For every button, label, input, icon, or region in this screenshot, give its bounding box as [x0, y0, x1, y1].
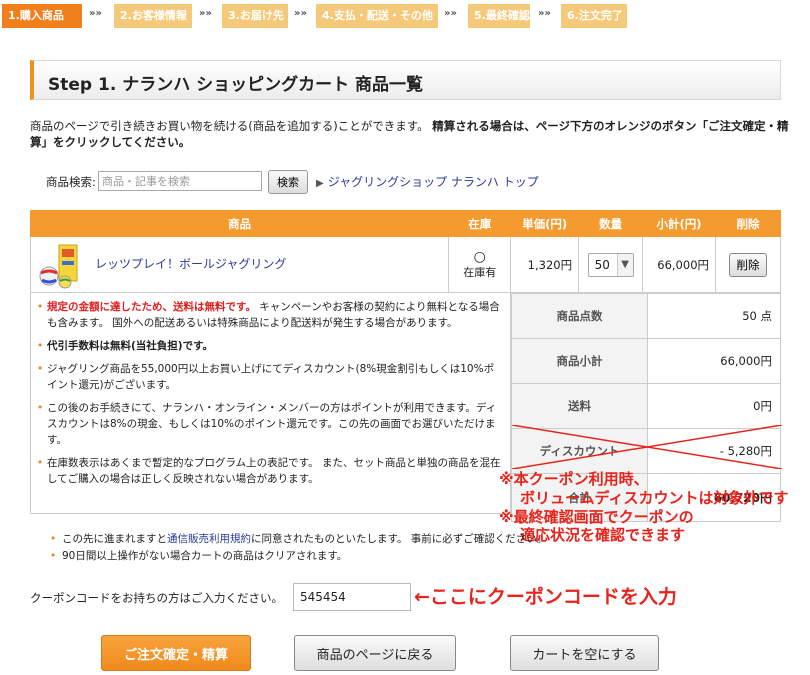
search-button[interactable]: 検索 — [268, 170, 308, 194]
step-6: 6.注文完了 — [561, 4, 627, 28]
step-separator: »» — [199, 8, 212, 19]
summary-count-label: 商品点数 — [511, 293, 648, 339]
summary-row: 商品小計 66,000円 — [511, 338, 781, 384]
coupon-annotation-line1: ※本クーポン利用時、 — [499, 470, 649, 488]
coupon-input[interactable] — [293, 583, 411, 611]
terms-post: に同意されたものといたします。 事前に必ずご確認ください。 — [251, 533, 548, 545]
header-delete: 削除 — [715, 210, 781, 237]
step-3: 3.お届け先 — [222, 4, 288, 28]
quantity-value: 50 — [594, 257, 610, 272]
quantity-select[interactable]: 50 ▼ — [587, 252, 634, 277]
checkout-steps: 1.購入商品 »» 2.お客様情報 »» 3.お届け先 »» 4.支払・配送・そ… — [0, 4, 810, 28]
checkout-button[interactable]: ご注文確定・精算 — [101, 635, 251, 671]
coupon-hint-annotation: ←ここにクーポンコードを入力 — [414, 586, 677, 608]
quantity-cell: 50 ▼ — [578, 236, 644, 293]
table-row: レッツプレイ！ボールジャグリング ○ 在庫有 1,320円 50 ▼ 66,00… — [29, 236, 781, 293]
step-separator: »» — [538, 8, 551, 19]
product-cell: レッツプレイ！ボールジャグリング — [29, 236, 450, 293]
summary-row: 商品点数 50 点 — [511, 293, 781, 339]
header-unit-price: 単価(円) — [510, 210, 580, 237]
summary-subtotal-value: 66,000円 — [647, 338, 781, 384]
terms-list: この先に進まれますと通信販売利用規約に同意されたものといたします。 事前に必ずご… — [50, 531, 547, 565]
note-cod: 代引手数料は無料(当社負担)です。 — [37, 338, 504, 354]
delete-cell: 削除 — [715, 236, 781, 293]
terms-expiry: 90日間以上操作がない場合カートの商品はクリアされます。 — [50, 548, 547, 565]
coupon-annotation-line3: ※最終確認画面でクーポンの — [499, 508, 694, 526]
product-name-link[interactable]: レッツプレイ！ボールジャグリング — [95, 255, 286, 272]
shop-top-link[interactable]: ▶ ジャグリングショップ ナランハ トップ — [316, 173, 539, 190]
chevron-down-icon: ▼ — [616, 253, 633, 276]
coupon-label: クーポンコードをお持ちの方はご入力ください。 — [30, 591, 283, 605]
search-label: 商品検索: — [46, 175, 96, 189]
terms-pre: この先に進まれますと — [62, 533, 167, 545]
page-title: Step 1. ナランハ ショッピングカート 商品一覧 — [48, 75, 424, 95]
summary-shipping-value: 0円 — [647, 383, 781, 429]
terms-link[interactable]: 通信販売利用規約 — [167, 533, 251, 545]
item-subtotal: 66,000円 — [642, 236, 717, 293]
stock-text: 在庫有 — [463, 265, 497, 279]
note-stock: 在庫数表示はあくまで暫定的なプログラム上の表記です。 また、セット商品と単独の商… — [37, 455, 504, 487]
terms-agreement: この先に進まれますと通信販売利用規約に同意されたものといたします。 事前に必ずご… — [50, 531, 547, 548]
cart-header-row: 商品 在庫 単価(円) 数量 小計(円) 削除 — [29, 210, 781, 237]
header-product: 商品 — [29, 210, 450, 237]
summary-row: 送料 0円 — [511, 383, 781, 429]
note-cod-text: 代引手数料は無料(当社負担)です。 — [47, 340, 214, 352]
step-4: 4.支払・配送・その他 — [316, 4, 438, 28]
summary-shipping-label: 送料 — [511, 383, 648, 429]
triangle-right-icon: ▶ — [316, 178, 324, 189]
discount-cross-out-mark — [512, 425, 782, 469]
page-title-banner: Step 1. ナランハ ショッピングカート 商品一覧 — [30, 60, 781, 100]
search-input[interactable] — [98, 171, 262, 191]
note-shipping-free: 規定の金額に達したため、送料は無料です。 — [47, 301, 256, 313]
shop-top-link-label: ジャグリングショップ ナランハ トップ — [327, 175, 539, 189]
note-shipping: 規定の金額に達したため、送料は無料です。 キャンペーンやお客様の契約により無料と… — [37, 299, 504, 331]
header-subtotal: 小計(円) — [642, 210, 717, 237]
coupon-annotation-line2: ボリュームディスカウントは対象外です — [520, 489, 789, 507]
unit-price: 1,320円 — [510, 236, 580, 293]
step-5: 5.最終確認 — [468, 4, 530, 28]
stock-cell: ○ 在庫有 — [448, 236, 512, 293]
step-1: 1.購入商品 — [2, 4, 82, 28]
step-separator: »» — [89, 8, 102, 19]
summary-count-value: 50 点 — [647, 293, 781, 339]
cart-table: 商品 在庫 単価(円) 数量 小計(円) 削除 レッツプレイ！ボールジャグリング… — [29, 210, 781, 293]
stock-circle-icon: ○ — [473, 248, 486, 265]
empty-cart-button[interactable]: カートを空にする — [510, 635, 659, 671]
header-quantity: 数量 — [578, 210, 644, 237]
back-to-product-button[interactable]: 商品のページに戻る — [294, 635, 456, 671]
cart-notes: 規定の金額に達したため、送料は無料です。 キャンペーンやお客様の契約により無料と… — [30, 293, 511, 514]
step-separator: »» — [294, 8, 307, 19]
step-2: 2.お客様情報 — [114, 4, 192, 28]
delete-item-button[interactable]: 削除 — [729, 252, 767, 277]
header-stock: 在庫 — [448, 210, 512, 237]
summary-subtotal-label: 商品小計 — [511, 338, 648, 384]
note-points: この後のお手続きにて、ナランハ・オンライン・メンバーの方はポイントが利用できます… — [37, 400, 504, 448]
intro-normal: 商品のページで引き続きお買い物を続ける(商品を追加する)ことができます。 — [30, 119, 433, 133]
note-discount: ジャグリング商品を55,000円以上お買い上げにてディスカウント(8%現金割引も… — [37, 361, 504, 393]
step-separator: »» — [444, 8, 457, 19]
intro-text: 商品のページで引き続きお買い物を続ける(商品を追加する)ことができます。 精算さ… — [30, 118, 790, 150]
product-thumbnail-icon[interactable] — [35, 243, 85, 289]
